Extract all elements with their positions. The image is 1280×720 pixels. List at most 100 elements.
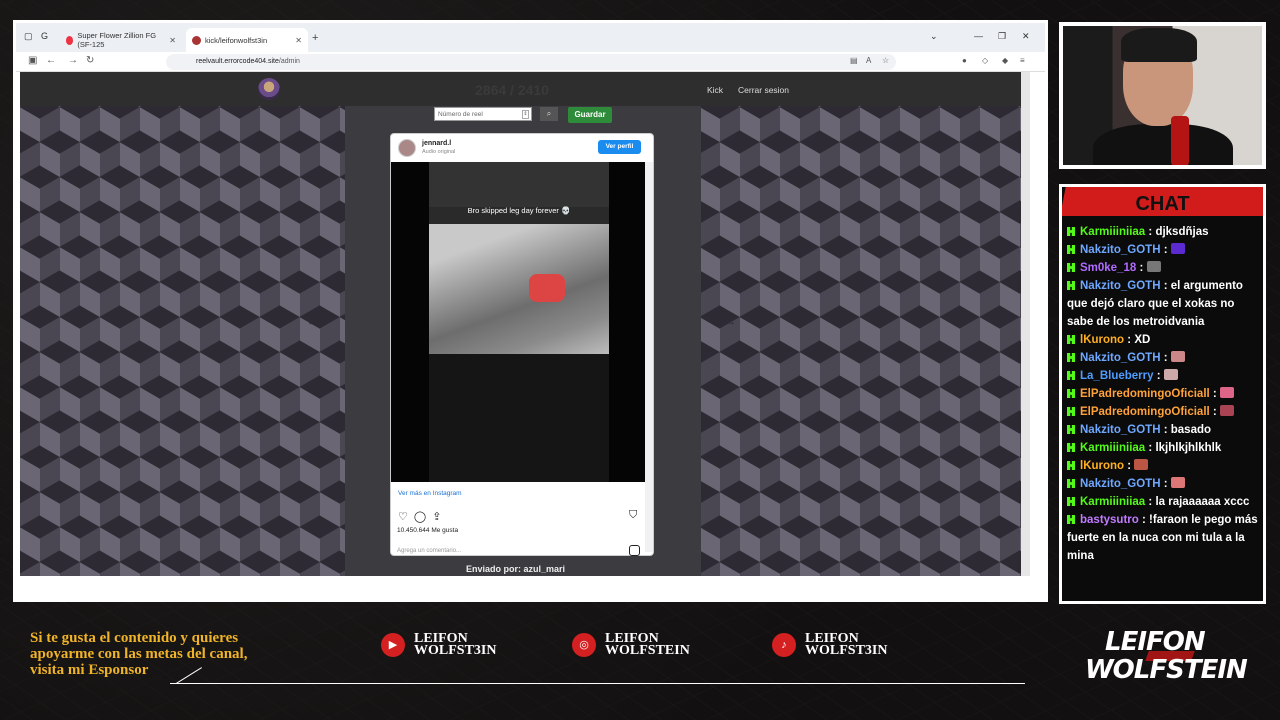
reel-number-input[interactable]: Número de reel ⇕	[434, 107, 532, 121]
heart-icon[interactable]: ♡	[398, 511, 414, 523]
chat-message: La_Blueberry :	[1067, 367, 1259, 385]
instagram-embed: jennard.l Audio original Ver perfil Bro …	[390, 133, 654, 556]
chevron-down-icon[interactable]: ⌄	[930, 31, 938, 42]
comment-icon[interactable]: ◯	[414, 511, 432, 523]
kick-badge-icon	[1067, 227, 1075, 236]
tab-menu-icon[interactable]: ▢	[24, 31, 33, 42]
chat-list: Karmiiiniiaa : djksdñjas Nakzito_GOTH : S…	[1067, 223, 1259, 565]
chat-username[interactable]: lKurono	[1080, 460, 1124, 472]
back-icon[interactable]: ←	[46, 55, 56, 66]
instagram-logo-icon[interactable]	[629, 545, 640, 556]
chat-username[interactable]: La_Blueberry	[1080, 370, 1154, 382]
chat-username[interactable]: Nakzito_GOTH	[1080, 352, 1161, 364]
brand-logo: LEIFON WOLFSTEIN	[1085, 627, 1248, 697]
nav-link-logout[interactable]: Cerrar sesion	[738, 85, 789, 95]
chat-message: Nakzito_GOTH : basado	[1067, 421, 1259, 439]
shield-icon[interactable]: ◆	[1002, 56, 1008, 65]
chat-username[interactable]: Karmiiiniiaa	[1080, 442, 1145, 454]
kick-badge-icon	[1067, 443, 1075, 452]
url-field[interactable]: reelvault.errorcode404.site/admin	[166, 54, 896, 70]
chat-username[interactable]: bastysutro	[1080, 514, 1139, 526]
extension-icon[interactable]: ◇	[982, 56, 988, 65]
chat-text: XD	[1134, 334, 1151, 346]
menu-icon[interactable]: ≡	[1020, 56, 1025, 65]
reload-icon[interactable]: ↻	[86, 55, 94, 66]
kick-badge-icon	[1067, 425, 1075, 434]
kick-badge-icon	[1067, 263, 1075, 272]
view-more-link[interactable]: Ver más en Instagram	[398, 490, 462, 497]
instagram-username[interactable]: jennard.l	[422, 140, 451, 147]
page-scrollbar[interactable]	[1021, 72, 1030, 576]
star-icon[interactable]: ☆	[882, 56, 889, 65]
instagram-audio[interactable]: Audio original	[422, 149, 455, 155]
kick-badge-icon	[1067, 479, 1075, 488]
chat-username[interactable]: ElPadredomingoOficiall	[1080, 406, 1210, 418]
social-name: LEIFON WOLFST3IN	[805, 632, 887, 658]
emote-icon	[1163, 369, 1178, 380]
chat-username[interactable]: Nakzito_GOTH	[1080, 244, 1161, 256]
webcam-feed	[1063, 26, 1262, 165]
profile-icon[interactable]: ●	[962, 56, 967, 65]
view-profile-button[interactable]: Ver perfil	[598, 140, 641, 154]
sponsor-line: visita mi Esponsor	[30, 662, 149, 678]
new-tab-icon[interactable]: +	[312, 32, 318, 44]
social-name: LEIFON WOLFSTEIN	[605, 632, 690, 658]
google-icon[interactable]: G	[41, 31, 48, 41]
chat-username[interactable]: Nakzito_GOTH	[1080, 478, 1161, 490]
brand-name-bottom: WOLFSTEIN	[1085, 655, 1248, 685]
sponsor-text: Si te gusta el contenido y quieres apoya…	[30, 630, 247, 678]
footer-divider	[170, 683, 1025, 684]
share-icon[interactable]: ⇪	[432, 511, 447, 523]
chat-username[interactable]: Sm0ke_18	[1080, 262, 1136, 274]
chat-username[interactable]: lKurono	[1080, 334, 1124, 346]
kick-badge-icon	[1067, 407, 1075, 416]
embed-scrollbar[interactable]	[645, 162, 653, 552]
close-icon[interactable]: ✕	[295, 36, 302, 45]
stepper-icon[interactable]: ⇕	[522, 110, 529, 119]
chat-username[interactable]: ElPadredomingoOficiall	[1080, 388, 1210, 400]
bookmark-icon[interactable]: ⛉	[629, 509, 637, 522]
save-button[interactable]: Guardar	[568, 107, 612, 123]
chat-message: Nakzito_GOTH :	[1067, 241, 1259, 259]
emote-icon	[1134, 459, 1149, 470]
tab-kick[interactable]: kick/leifonwolfst3in ✕	[186, 28, 308, 52]
chat-username[interactable]: Karmiiiniiaa	[1080, 496, 1145, 508]
tab-bar: ▢ G Super Flower Zillion FG (SF-125 ✕ ki…	[16, 23, 1045, 52]
restore-icon[interactable]: ❐	[998, 31, 1006, 42]
chat-text: lkjhlkjhlkhlk	[1155, 442, 1222, 454]
translate-icon[interactable]: A	[866, 56, 871, 65]
chat-message: Karmiiiniiaa : la rajaaaaaa xccc	[1067, 493, 1259, 511]
prev-arrow-icon[interactable]: ←	[307, 316, 318, 328]
nav-link-kick[interactable]: Kick	[707, 85, 723, 95]
social-name-line2: WOLFSTEIN	[605, 643, 690, 658]
reader-icon[interactable]: ▤	[850, 56, 858, 65]
chat-username[interactable]: Nakzito_GOTH	[1080, 280, 1161, 292]
next-arrow-icon[interactable]: →	[725, 316, 736, 328]
tab-super-flower[interactable]: Super Flower Zillion FG (SF-125 ✕	[60, 28, 182, 52]
comment-field[interactable]: Agrega un comentario...	[397, 548, 461, 554]
browser-window: ▢ G Super Flower Zillion FG (SF-125 ✕ ki…	[13, 20, 1048, 602]
minimize-icon[interactable]: —	[974, 31, 983, 41]
sidebar-icon[interactable]: ▣	[28, 55, 37, 66]
chat-text: djksdñjas	[1155, 226, 1209, 238]
chat-message: Karmiiiniiaa : djksdñjas	[1067, 223, 1259, 241]
window-close-icon[interactable]: ✕	[1022, 31, 1030, 42]
tab-favicon-icon	[66, 35, 74, 45]
url-path: /admin	[278, 58, 300, 65]
forward-icon[interactable]: →	[68, 55, 78, 66]
chat-username[interactable]: Nakzito_GOTH	[1080, 424, 1161, 436]
search-button[interactable]: ⌕	[540, 107, 558, 121]
instagram-header: jennard.l Audio original Ver perfil	[391, 134, 653, 162]
emote-icon	[1219, 405, 1234, 416]
chat-username[interactable]: Karmiiiniiaa	[1080, 226, 1145, 238]
instagram-video[interactable]: Bro skipped leg day forever 💀	[391, 162, 647, 482]
close-icon[interactable]: ✕	[169, 36, 176, 45]
instagram-icon: ◎	[572, 633, 596, 657]
emote-icon	[1170, 243, 1185, 254]
avatar[interactable]	[398, 139, 416, 157]
emote-icon	[1170, 351, 1185, 362]
kick-badge-icon	[1067, 461, 1075, 470]
kick-badge-icon	[1067, 245, 1075, 254]
site-logo[interactable]	[258, 78, 280, 100]
search-icon: ⌕	[546, 109, 552, 118]
